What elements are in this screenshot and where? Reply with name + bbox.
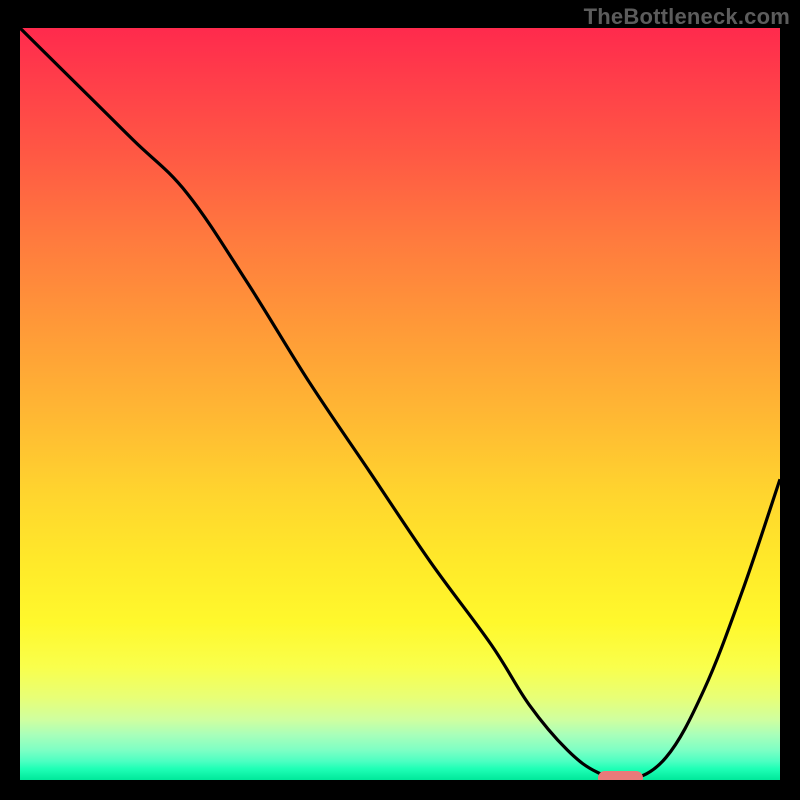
bottleneck-curve	[20, 28, 780, 780]
chart-frame: TheBottleneck.com	[0, 0, 800, 800]
watermark-text: TheBottleneck.com	[584, 4, 790, 30]
plot-area	[20, 28, 780, 780]
sweet-spot-marker	[598, 771, 644, 780]
curve-path	[20, 28, 780, 780]
